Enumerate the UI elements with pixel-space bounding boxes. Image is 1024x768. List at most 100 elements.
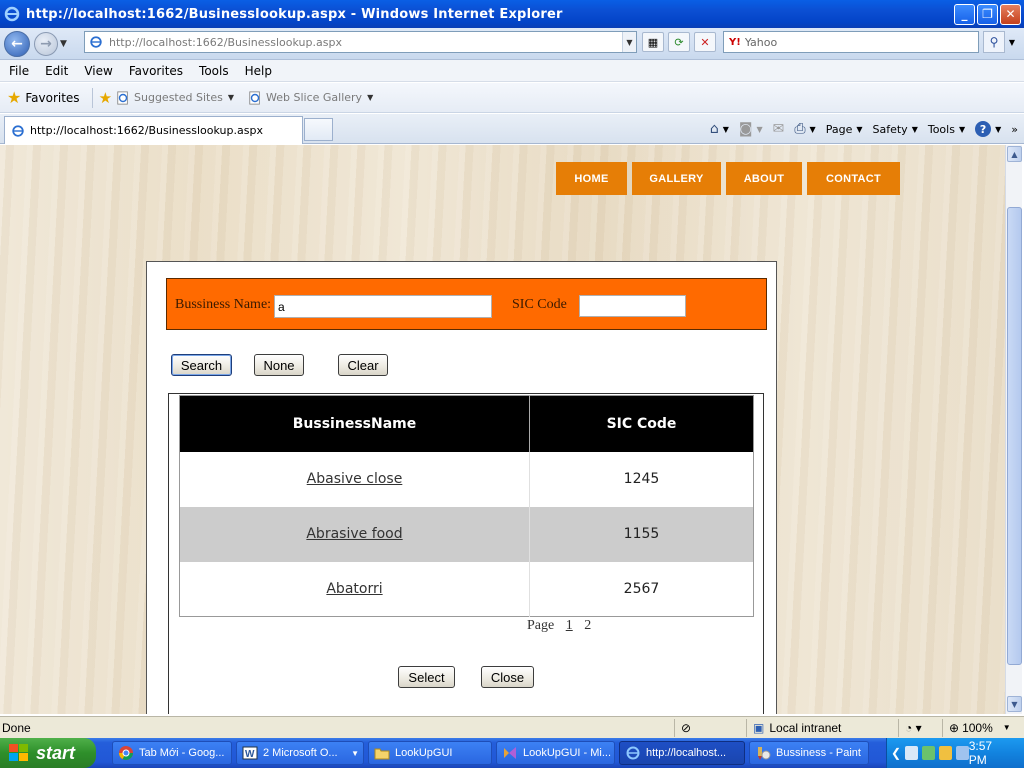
nav-contact[interactable]: CONTACT — [807, 162, 900, 195]
taskbar-item-visual-studio[interactable]: LookUpGUI - Mi... — [496, 741, 615, 765]
show-hidden-icons-icon[interactable]: ❮ — [891, 746, 901, 760]
zoom-control[interactable]: ⊕ 100% ▼ — [942, 718, 1024, 737]
favorites-star-icon[interactable]: ★ — [7, 88, 21, 107]
home-icon: ⌂ — [709, 121, 719, 137]
scroll-thumb[interactable] — [1007, 207, 1022, 665]
sic-code-input[interactable] — [579, 295, 686, 317]
help-menu[interactable]: ? ▼ — [975, 121, 1001, 137]
print-button[interactable]: ⎙ ▼ — [794, 121, 815, 137]
more-commands-icon[interactable]: » — [1011, 123, 1018, 136]
ie-icon — [12, 124, 24, 137]
favorites-button[interactable]: Favorites — [25, 91, 79, 105]
taskbar-item-ie[interactable]: http://localhost... — [619, 741, 745, 765]
zoom-icon: ⊕ — [949, 720, 960, 735]
page-link-1[interactable]: 1 — [566, 618, 573, 633]
scroll-down-icon[interactable]: ▼ — [1007, 696, 1022, 712]
results-table: BussinessName SIC Code Abasive close 124… — [179, 395, 754, 617]
address-dropdown-icon[interactable]: ▼ — [622, 32, 636, 52]
business-name-cell: Abatorri — [179, 561, 530, 617]
back-button[interactable]: ← — [4, 30, 30, 57]
favorites-bar: ★ Favorites ★ Suggested Sites ▼ Web Slice… — [0, 83, 1024, 113]
nav-about[interactable]: ABOUT — [726, 162, 802, 195]
history-dropdown-icon[interactable]: ▼ — [60, 39, 70, 49]
mail-button[interactable]: ✉ — [773, 121, 785, 137]
address-toolbar: ← → ▼ http://localhost:1662/Businesslook… — [0, 28, 1024, 60]
clear-button[interactable]: Clear — [338, 354, 388, 376]
vertical-scrollbar[interactable]: ▲ ▼ — [1005, 145, 1022, 714]
tools-menu[interactable]: Tools ▼ — [928, 123, 965, 136]
menu-view[interactable]: View — [75, 64, 119, 78]
taskbar-item-paint[interactable]: Bussiness - Paint — [749, 741, 869, 765]
column-header-sic-code[interactable]: SIC Code — [529, 395, 754, 452]
network-icon[interactable] — [905, 746, 918, 760]
stop-icon[interactable]: ✕ — [694, 32, 716, 52]
business-name-link[interactable]: Abrasive food — [306, 526, 402, 542]
taskbar-item-folder[interactable]: LookUpGUI — [368, 741, 492, 765]
scroll-up-icon[interactable]: ▲ — [1007, 146, 1022, 162]
table-row: Abrasive food 1155 — [179, 506, 754, 562]
page-viewport: HOME GALLERY ABOUT CONTACT Bussiness Nam… — [0, 145, 1005, 714]
menu-tools[interactable]: Tools — [190, 64, 236, 78]
page-menu[interactable]: Page ▼ — [826, 123, 863, 136]
search-field[interactable]: Y! Yahoo — [723, 31, 979, 53]
new-tab-button[interactable] — [304, 118, 333, 141]
chevron-down-icon: ▼ — [722, 124, 729, 134]
security-zone[interactable]: ▣ Local intranet — [746, 718, 898, 737]
page-link-2[interactable]: 2 — [584, 618, 591, 633]
tab-businesslookup[interactable]: http://localhost:1662/Businesslookup.asp… — [4, 116, 303, 144]
refresh-icon[interactable]: ⟳ — [668, 32, 690, 52]
business-name-cell: Abasive close — [179, 451, 530, 507]
feeds-button[interactable]: ◙ ▼ — [739, 121, 763, 137]
add-favorite-icon[interactable]: ★ — [99, 89, 112, 107]
sic-code-cell: 2567 — [623, 580, 660, 597]
security-icon[interactable] — [921, 746, 935, 760]
search-button[interactable]: Search — [171, 354, 232, 376]
nav-gallery[interactable]: GALLERY — [632, 162, 721, 195]
taskbar-item-label: Tab Mới - Goog... — [139, 747, 225, 759]
ie-page-icon — [249, 90, 260, 105]
nav-home[interactable]: HOME — [556, 162, 627, 195]
intranet-icon: ▣ — [753, 720, 765, 735]
status-bar: Done ⊘ ▣ Local intranet ◔ ▾ ⊕ 100% ▼ — [0, 716, 1024, 738]
menu-help[interactable]: Help — [236, 64, 279, 78]
search-icon[interactable]: ⚲ — [983, 31, 1005, 53]
taskbar-item-chrome[interactable]: Tab Mới - Goog... — [112, 741, 232, 765]
clock[interactable]: 3:57 PM — [969, 739, 1010, 767]
lookup-search-bar: Bussiness Name: SIC Code — [166, 278, 767, 330]
select-button[interactable]: Select — [398, 666, 455, 688]
business-name-link[interactable]: Abasive close — [307, 471, 403, 487]
maximize-button[interactable]: ❐ — [977, 3, 998, 25]
mail-icon: ✉ — [772, 121, 785, 137]
menu-file[interactable]: File — [0, 64, 36, 78]
tab-label: http://localhost:1662/Businesslookup.asp… — [30, 124, 263, 137]
pager-label: Page — [527, 618, 555, 633]
chevron-down-icon: ▼ — [227, 93, 234, 102]
popup-blocker-icon[interactable]: ◔ ▾ — [898, 718, 942, 737]
close-button[interactable]: Close — [481, 666, 534, 688]
start-button[interactable]: start — [0, 738, 96, 768]
sic-code-cell: 1155 — [529, 506, 754, 562]
web-slice-gallery-link[interactable]: Web Slice Gallery ▼ — [248, 90, 373, 105]
minimize-button[interactable]: _ — [954, 3, 975, 25]
menu-bar: File Edit View Favorites Tools Help — [0, 60, 1024, 82]
suggested-sites-link[interactable]: Suggested Sites ▼ — [116, 90, 234, 105]
tray-app-icon[interactable] — [938, 746, 952, 760]
compatibility-view-icon[interactable]: ▦ — [642, 32, 664, 52]
home-button[interactable]: ⌂ ▼ — [710, 121, 729, 137]
url-host: http://localhost — [109, 35, 193, 49]
safety-menu[interactable]: Safety ▼ — [873, 123, 918, 136]
menu-favorites[interactable]: Favorites — [120, 64, 190, 78]
taskbar-item-word[interactable]: W 2 Microsoft O... ▼ — [236, 741, 364, 765]
display-icon[interactable] — [955, 746, 969, 760]
safety-menu-label: Safety — [872, 122, 908, 136]
menu-edit[interactable]: Edit — [36, 64, 75, 78]
business-name-input[interactable] — [274, 295, 492, 318]
word-icon: W — [242, 746, 258, 760]
column-header-business-name[interactable]: BussinessName — [179, 395, 530, 452]
address-field[interactable]: http://localhost:1662/Businesslookup.asp… — [84, 31, 637, 53]
none-button[interactable]: None — [254, 354, 304, 376]
business-name-link[interactable]: Abatorri — [326, 581, 382, 597]
forward-button[interactable]: → — [34, 31, 58, 56]
search-options-dropdown-icon[interactable]: ▼ — [1006, 31, 1018, 53]
close-window-button[interactable]: ✕ — [1000, 3, 1021, 25]
